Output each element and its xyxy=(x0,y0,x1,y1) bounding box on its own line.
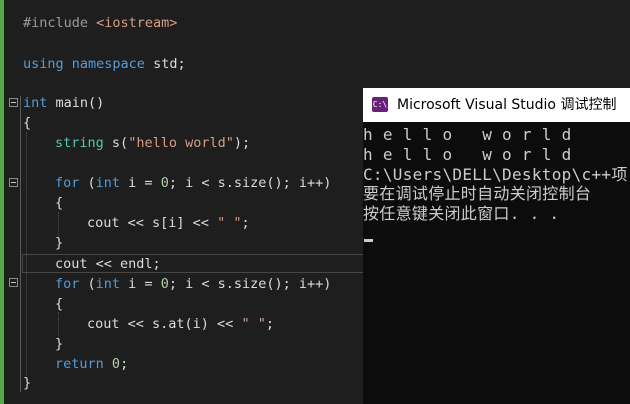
console-output-line: C:\Users\DELL\Desktop\c++项 xyxy=(363,165,628,184)
code-text: } xyxy=(55,235,64,251)
collapse-for1-icon[interactable] xyxy=(9,178,18,187)
code-line-8: cout << s[i] << " "; xyxy=(87,213,250,233)
number-literal: 0 xyxy=(111,356,121,372)
code-text: { xyxy=(23,115,32,131)
code-text: [i] << xyxy=(160,215,218,231)
code-text: ; i < xyxy=(168,276,218,292)
function-name: main xyxy=(47,95,89,111)
code-text: (); i++) xyxy=(266,175,332,191)
code-text: cout << xyxy=(55,256,121,272)
code-line-6: for (int i = 0; i < s.size(); i++) xyxy=(55,173,331,193)
code-text: ; xyxy=(241,215,250,231)
code-text: ; xyxy=(265,316,274,332)
debug-console-window[interactable]: C:\ Microsoft Visual Studio 调试控制 h e l l… xyxy=(363,88,630,404)
code-line-10: cout << endl; xyxy=(55,254,161,274)
number-literal: 0 xyxy=(160,175,169,191)
code-text: { xyxy=(55,296,64,312)
keyword: int xyxy=(23,95,48,111)
code-text: ; i < xyxy=(168,175,218,191)
code-text: ( xyxy=(79,175,96,191)
code-text: (); i++) xyxy=(266,276,332,292)
collapse-for2-icon[interactable] xyxy=(9,278,18,287)
keyword: for xyxy=(55,276,80,292)
keyword: namespace xyxy=(71,56,145,72)
code-line-11: for (int i = 0; i < s.size(); i++) xyxy=(55,274,331,294)
code-text: ; xyxy=(152,256,161,272)
keyword: return xyxy=(55,356,104,372)
preprocessor-directive: #include xyxy=(23,15,97,31)
string-literal: "hello world" xyxy=(128,135,234,151)
code-text: std; xyxy=(144,56,186,72)
code-line-14: } xyxy=(55,334,63,354)
keyword: int xyxy=(95,175,121,191)
code-text: } xyxy=(23,375,32,391)
code-line-5: string s("hello world"); xyxy=(55,133,250,153)
console-title: Microsoft Visual Studio 调试控制 xyxy=(397,97,617,113)
code-text: cout << xyxy=(87,316,153,332)
method-call: s.size xyxy=(217,175,267,191)
method-call: s.size xyxy=(217,276,267,292)
variable-name: s xyxy=(152,215,161,231)
code-text: i = xyxy=(120,175,161,191)
code-line-13: cout << s.at(i) << " "; xyxy=(87,314,274,334)
code-text: { xyxy=(55,195,64,211)
number-literal: 0 xyxy=(160,276,169,292)
code-text: ); xyxy=(233,135,251,151)
function-name: endl xyxy=(120,256,153,272)
include-header: <iostream> xyxy=(96,15,178,31)
string-literal: " " xyxy=(217,215,242,231)
code-line-2: using namespace std; xyxy=(23,54,186,74)
collapse-main-icon[interactable] xyxy=(9,98,18,107)
console-output-line: h e l l o w o r l d xyxy=(363,125,572,144)
code-text: ( xyxy=(120,135,129,151)
code-line-15: return 0; xyxy=(55,354,128,374)
code-text: cout << xyxy=(87,215,153,231)
code-line-16: } xyxy=(23,373,31,393)
keyword: int xyxy=(95,276,121,292)
code-line-9: } xyxy=(55,233,63,253)
code-text: ; xyxy=(120,356,129,372)
console-titlebar[interactable]: C:\ Microsoft Visual Studio 调试控制 xyxy=(363,88,630,122)
keyword: for xyxy=(55,175,80,191)
code-line-1: #include <iostream> xyxy=(23,13,177,33)
code-line-12: { xyxy=(55,294,63,314)
method-call: s.at xyxy=(152,316,185,332)
string-literal: " " xyxy=(241,316,266,332)
console-output-line: 按任意键关闭此窗口. . . xyxy=(363,204,560,223)
change-tracking-bar xyxy=(0,0,4,404)
visual-studio-icon: C:\ xyxy=(372,97,388,112)
variable-name: s xyxy=(103,135,121,151)
code-line-4: { xyxy=(23,113,31,133)
code-text: () xyxy=(88,95,105,111)
console-output-line: 要在调试停止时自动关闭控制台 xyxy=(363,184,592,203)
code-text: (i) << xyxy=(184,316,242,332)
code-line-7: { xyxy=(55,193,63,213)
console-cursor xyxy=(364,239,373,242)
code-line-3: int main() xyxy=(23,93,104,113)
outline-line xyxy=(20,96,21,392)
code-text: ( xyxy=(79,276,96,292)
console-output-line: h e l l o w o r l d xyxy=(363,145,572,164)
type-name: string xyxy=(55,135,104,151)
keyword: using xyxy=(23,56,64,72)
code-text: i = xyxy=(120,276,161,292)
code-text: } xyxy=(55,336,64,352)
